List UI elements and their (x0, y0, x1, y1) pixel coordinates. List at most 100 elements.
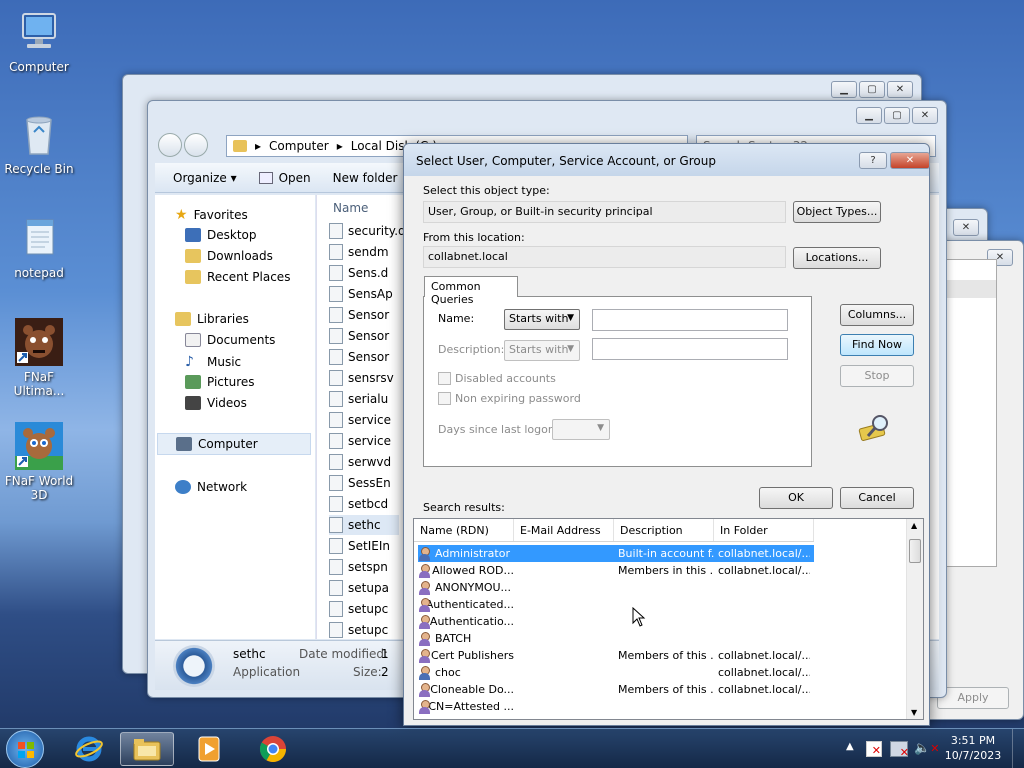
nav-videos[interactable]: Videos (185, 396, 247, 410)
file-item[interactable]: sendm (329, 242, 389, 262)
open-button[interactable]: Open (258, 171, 311, 185)
file-item[interactable]: Sensor (329, 347, 389, 367)
taskbar-internet-explorer[interactable] (62, 732, 116, 766)
result-row[interactable]: Administrator Built-in account f... collab… (418, 545, 814, 562)
name-input[interactable] (592, 309, 788, 331)
cancel-button[interactable]: Cancel (840, 487, 914, 509)
file-item[interactable]: Sens.d (329, 263, 388, 283)
show-desktop-button[interactable] (1012, 729, 1024, 768)
file-item[interactable]: Sensor (329, 326, 389, 346)
file-item[interactable]: setspn (329, 557, 388, 577)
maximize-button[interactable]: ▢ (884, 107, 910, 124)
file-item[interactable]: serwvd (329, 452, 391, 472)
nav-network[interactable]: Network (175, 480, 247, 494)
days-since-logon-select[interactable]: ▼ (552, 419, 610, 440)
select-users-dialog[interactable]: Select User, Computer, Service Account, … (403, 143, 930, 726)
close-button[interactable]: ✕ (890, 152, 930, 169)
column-header-name-rdn[interactable]: Name (RDN) (414, 519, 514, 541)
apply-button[interactable]: Apply (937, 687, 1009, 709)
column-header-name[interactable]: Name (333, 201, 368, 215)
file-item[interactable]: setupc (329, 620, 388, 640)
nav-music[interactable]: ♪ Music (185, 354, 241, 370)
nav-recent-places[interactable]: Recent Places (185, 270, 290, 284)
name-mode-select[interactable]: Starts with ▼ (504, 309, 580, 330)
minimize-button[interactable]: ▁ (831, 81, 857, 98)
result-row[interactable]: Authenticated... (418, 596, 810, 613)
non-expiring-password-checkbox[interactable]: Non expiring password (438, 392, 581, 405)
file-item[interactable]: SetIEIn (329, 536, 390, 556)
organize-button[interactable]: Organize ▾ (173, 171, 237, 185)
results-scrollbar[interactable]: ▲ ▼ (906, 519, 923, 719)
stop-button[interactable]: Stop (840, 365, 914, 387)
forward-button[interactable] (184, 133, 208, 157)
nav-libraries[interactable]: Libraries (175, 312, 249, 326)
file-item[interactable]: SensAp (329, 284, 393, 304)
taskbar-chrome[interactable] (246, 732, 300, 766)
ok-button[interactable]: OK (759, 487, 833, 509)
nav-documents[interactable]: Documents (185, 333, 275, 347)
scroll-up-arrow[interactable]: ▲ (911, 521, 917, 530)
nav-desktop[interactable]: Desktop (185, 228, 257, 242)
find-now-button[interactable]: Find Now (840, 334, 914, 356)
result-row[interactable]: Allowed ROD... Members in this ... collabn… (418, 562, 810, 579)
locations-button[interactable]: Locations... (793, 247, 881, 269)
maximize-button[interactable]: ▢ (859, 81, 885, 98)
close-button[interactable]: ✕ (912, 107, 938, 124)
desktop-icon-computer[interactable]: Computer (0, 8, 78, 74)
result-row[interactable]: Cloneable Do... Members of this ... collab… (418, 681, 810, 698)
network-status-icon[interactable]: ✕ (890, 741, 909, 758)
result-row[interactable]: Cert Publishers Members of this ... collab… (418, 647, 810, 664)
close-button[interactable]: ✕ (953, 219, 979, 236)
description-input[interactable] (592, 338, 788, 360)
file-item[interactable]: setbcd (329, 494, 388, 514)
file-item[interactable]: setupa (329, 578, 389, 598)
desktop-icon-recycle-bin[interactable]: Recycle Bin (0, 110, 78, 176)
column-header-email[interactable]: E-Mail Address (514, 519, 614, 541)
scroll-thumb[interactable] (909, 539, 921, 563)
disabled-accounts-checkbox[interactable]: Disabled accounts (438, 372, 556, 385)
file-item[interactable]: sensrsv (329, 368, 394, 388)
file-item[interactable]: setupc (329, 599, 388, 619)
result-name: CN=Attested ... (418, 699, 514, 714)
description-mode-select[interactable]: Starts with ▼ (504, 340, 580, 361)
result-row[interactable]: choc collabnet.local/... (418, 664, 810, 681)
search-results-list[interactable]: Name (RDN) E-Mail Address Description In… (413, 518, 924, 720)
object-types-button[interactable]: Object Types... (793, 201, 881, 223)
nav-pictures[interactable]: Pictures (185, 375, 255, 389)
help-button[interactable]: ? (859, 152, 887, 169)
file-item[interactable]: security.d (329, 221, 406, 241)
nav-favorites[interactable]: ★ Favorites (175, 207, 248, 223)
nav-computer[interactable]: Computer (157, 433, 311, 455)
clock[interactable]: 3:51 PM 10/7/2023 (940, 733, 1006, 763)
nav-downloads[interactable]: Downloads (185, 249, 273, 263)
columns-button[interactable]: Columns... (840, 304, 914, 326)
action-center-icon[interactable]: ✕ (866, 741, 882, 757)
column-header-description[interactable]: Description (614, 519, 714, 541)
result-row[interactable]: Authenticatio... (418, 613, 810, 630)
file-item[interactable]: service (329, 410, 391, 430)
scroll-down-arrow[interactable]: ▼ (911, 708, 917, 717)
file-item[interactable]: serialu (329, 389, 388, 409)
taskbar-explorer[interactable] (120, 732, 174, 766)
result-row[interactable]: BATCH (418, 630, 810, 647)
new-folder-button[interactable]: New folder (333, 171, 398, 185)
desktop-icon-fnaf-ultimate[interactable]: FNaF Ultima... (0, 318, 78, 398)
breadcrumb-computer[interactable]: Computer (269, 139, 329, 153)
volume-icon[interactable]: 🔈✕ (914, 741, 939, 756)
close-button[interactable]: ✕ (887, 81, 913, 98)
desktop-icon-fnaf-world[interactable]: FNaF World 3D (0, 422, 78, 502)
result-row[interactable]: CN=Attested ... (418, 698, 810, 715)
file-item[interactable]: Sensor (329, 305, 389, 325)
taskbar-media-player[interactable] (182, 732, 236, 766)
file-item[interactable]: SessEn (329, 473, 391, 493)
file-item[interactable]: service (329, 431, 391, 451)
file-item[interactable]: sethc (329, 515, 399, 535)
tab-common-queries[interactable]: Common Queries (424, 276, 518, 306)
minimize-button[interactable]: ▁ (856, 107, 882, 124)
result-row[interactable]: ANONYMOU... (418, 579, 810, 596)
column-header-in-folder[interactable]: In Folder (714, 519, 814, 541)
start-button[interactable] (6, 730, 44, 768)
desktop-icon-notepad[interactable]: notepad (0, 214, 78, 280)
show-hidden-icons[interactable]: ▲ (846, 741, 854, 752)
back-button[interactable] (158, 133, 182, 157)
